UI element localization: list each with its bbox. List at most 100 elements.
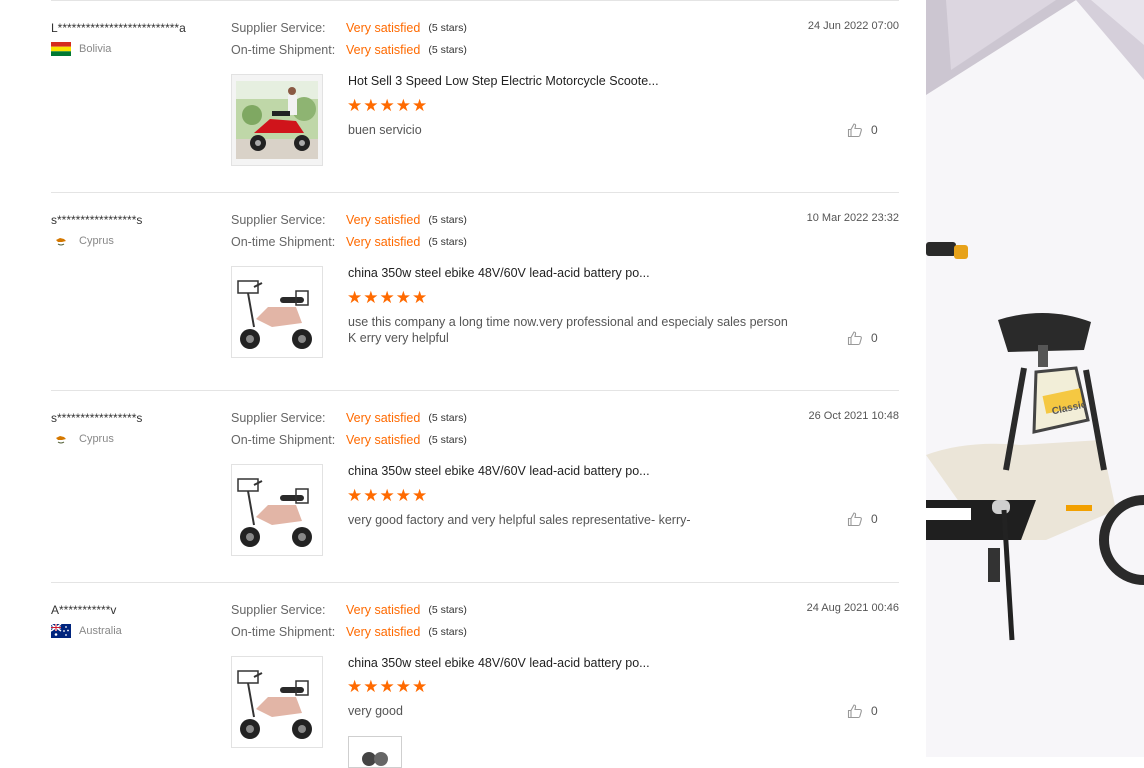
scooter-photo — [232, 75, 322, 165]
like-button[interactable]: 0 — [847, 703, 878, 719]
product-thumbnail[interactable] — [231, 74, 323, 166]
shipment-rating: On-time Shipment: Very satisfied (5 star… — [231, 431, 467, 449]
star-icon: ★ — [363, 677, 379, 696]
review-comment: use this company a long time now.very pr… — [348, 315, 788, 345]
star-icon: ★ — [395, 486, 411, 505]
star-icon: ★ — [363, 486, 379, 505]
supplier-service-value: Very satisfied — [346, 21, 421, 35]
star-icon: ★ — [412, 96, 428, 115]
reviewer-name: L**************************a — [51, 21, 186, 35]
review-photo-thumbnail[interactable] — [348, 736, 402, 768]
supplier-service-value: Very satisfied — [346, 213, 421, 227]
shipment-value: Very satisfied — [346, 433, 421, 447]
like-count: 0 — [871, 704, 878, 718]
supplier-service-stars: (5 stars) — [428, 412, 467, 424]
supplier-service-rating: Supplier Service: Very satisfied (5 star… — [231, 211, 467, 229]
shipment-stars: (5 stars) — [428, 434, 467, 446]
reviewer-country: Bolivia — [51, 42, 111, 56]
star-rating: ★ ★ ★ ★ ★ — [347, 678, 427, 695]
supplier-service-value: Very satisfied — [346, 603, 421, 617]
cyprus-flag-icon — [51, 234, 71, 248]
country-label: Bolivia — [79, 43, 112, 55]
supplier-service-value: Very satisfied — [346, 411, 421, 425]
country-label: Cyprus — [79, 235, 114, 247]
review-date: 10 Mar 2022 23:32 — [806, 212, 899, 224]
shipment-stars: (5 stars) — [428, 236, 467, 248]
reviewer-country: Cyprus — [51, 432, 114, 446]
star-icon: ★ — [379, 288, 395, 307]
review-item: s*****************s Cyprus Supplier Serv… — [51, 212, 899, 391]
australia-flag-icon — [51, 624, 71, 638]
reviewer-name: s*****************s — [51, 213, 143, 227]
supplier-service-label: Supplier Service: — [231, 213, 326, 227]
star-rating: ★ ★ ★ ★ ★ — [347, 97, 427, 114]
reviewer-country: Cyprus — [51, 234, 114, 248]
shipment-label: On-time Shipment: — [231, 625, 336, 639]
shipment-label: On-time Shipment: — [231, 433, 336, 447]
review-comment: very good factory and very helpful sales… — [348, 513, 691, 527]
reviews-panel: L**************************a Bolivia Sup… — [0, 0, 926, 768]
like-button[interactable]: 0 — [847, 122, 878, 138]
star-icon: ★ — [412, 677, 428, 696]
shipment-rating: On-time Shipment: Very satisfied (5 star… — [231, 233, 467, 251]
side-banner: Classic — [926, 0, 1144, 757]
shipment-rating: On-time Shipment: Very satisfied (5 star… — [231, 623, 467, 641]
ebike-photo — [232, 465, 322, 555]
shipment-value: Very satisfied — [346, 43, 421, 57]
reviewer-name: A***********v — [51, 603, 117, 617]
supplier-service-rating: Supplier Service: Very satisfied (5 star… — [231, 19, 467, 37]
like-count: 0 — [871, 331, 878, 345]
ebike-photo — [232, 267, 322, 357]
shipment-value: Very satisfied — [346, 235, 421, 249]
supplier-service-label: Supplier Service: — [231, 411, 326, 425]
reviewer-name: s*****************s — [51, 411, 143, 425]
reviewer-country: Australia — [51, 624, 122, 638]
star-rating: ★ ★ ★ ★ ★ — [347, 289, 427, 306]
like-count: 0 — [871, 512, 878, 526]
shipment-stars: (5 stars) — [428, 626, 467, 638]
product-title-link[interactable]: china 350w steel ebike 48V/60V lead-acid… — [348, 266, 650, 280]
review-photo — [349, 737, 401, 767]
star-icon: ★ — [347, 288, 363, 307]
star-rating: ★ ★ ★ ★ ★ — [347, 487, 427, 504]
star-icon: ★ — [412, 486, 428, 505]
divider — [51, 390, 899, 391]
ebike-photo — [232, 657, 322, 747]
thumbs-up-icon — [847, 512, 862, 527]
supplier-service-stars: (5 stars) — [428, 214, 467, 226]
star-icon: ★ — [363, 288, 379, 307]
star-icon: ★ — [347, 96, 363, 115]
divider — [51, 192, 899, 193]
product-title-link[interactable]: china 350w steel ebike 48V/60V lead-acid… — [348, 656, 650, 670]
scooter-banner-image: Classic — [926, 0, 1144, 757]
star-icon: ★ — [379, 486, 395, 505]
review-item: s*****************s Cyprus Supplier Serv… — [51, 410, 899, 583]
product-thumbnail[interactable] — [231, 656, 323, 748]
star-icon: ★ — [379, 677, 395, 696]
star-icon: ★ — [395, 677, 411, 696]
country-label: Cyprus — [79, 433, 114, 445]
thumbs-up-icon — [847, 331, 862, 346]
shipment-value: Very satisfied — [346, 625, 421, 639]
product-thumbnail[interactable] — [231, 464, 323, 556]
divider — [51, 582, 899, 583]
cyprus-flag-icon — [51, 432, 71, 446]
supplier-service-label: Supplier Service: — [231, 603, 326, 617]
review-item: A***********v Australia Supplier Service… — [51, 602, 899, 768]
bolivia-flag-icon — [51, 42, 71, 56]
review-date: 24 Aug 2021 00:46 — [806, 602, 899, 614]
review-comment: very good — [348, 704, 403, 718]
product-title-link[interactable]: Hot Sell 3 Speed Low Step Electric Motor… — [348, 74, 659, 88]
supplier-service-stars: (5 stars) — [428, 22, 467, 34]
review-date: 26 Oct 2021 10:48 — [808, 410, 899, 422]
like-button[interactable]: 0 — [847, 511, 878, 527]
star-icon: ★ — [347, 677, 363, 696]
review-date: 24 Jun 2022 07:00 — [807, 20, 899, 32]
thumbs-up-icon — [847, 704, 862, 719]
like-button[interactable]: 0 — [847, 330, 878, 346]
like-count: 0 — [871, 123, 878, 137]
supplier-service-stars: (5 stars) — [428, 604, 467, 616]
country-label: Australia — [79, 625, 122, 637]
product-thumbnail[interactable] — [231, 266, 323, 358]
product-title-link[interactable]: china 350w steel ebike 48V/60V lead-acid… — [348, 464, 650, 478]
